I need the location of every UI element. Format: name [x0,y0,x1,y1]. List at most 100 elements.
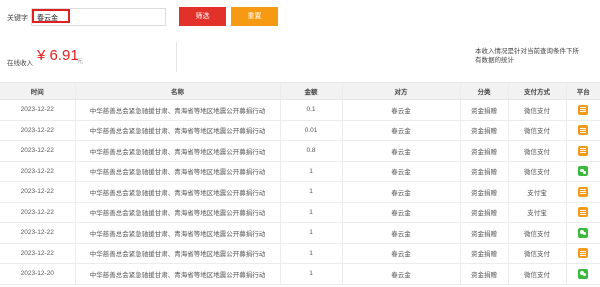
table-row: 2023-12-22 中华慈善总会紧急驰援甘肃、青海省等地区地震公开募捐行动 1… [0,181,600,203]
column-header-time: 时间 [0,82,75,100]
cell-name: 中华慈善总会紧急驰援甘肃、青海省等地区地震公开募捐行动 [74,120,280,141]
search-button[interactable]: 筛选 [179,7,226,26]
cell-payment: 微信支付 [507,120,566,141]
cell-category: 资金捐赠 [459,202,508,223]
cell-payment: 微信支付 [507,222,566,244]
cell-category: 资金捐赠 [459,222,508,244]
orange-app-icon[interactable] [578,207,589,218]
cell-time: 2023-12-22 [0,222,75,244]
cell-party: 春云金 [341,120,460,141]
cell-amount: 1 [279,243,342,264]
cell-name: 中华慈善总会紧急驰援甘肃、青海省等地区地震公开募捐行动 [74,181,280,203]
cell-party: 春云金 [341,222,460,244]
table-row: 2023-12-22 中华慈善总会紧急驰援甘肃、青海省等地区地震公开募捐行动 0… [0,99,600,121]
cell-payment: 微信支付 [507,161,566,182]
cell-time: 2023-12-22 [0,243,75,264]
cell-amount: 1 [279,222,342,244]
cell-amount: 1 [279,202,342,223]
records-table: 时间 名称 金额 对方 分类 支付方式 平台 2023-12-22 中华慈善总会… [0,82,600,285]
cell-party: 春云金 [341,263,460,285]
income-unit: 元 [77,59,84,65]
cell-party: 春云金 [341,161,460,182]
cell-time: 2023-12-22 [0,140,75,162]
table-row: 2023-12-20 中华慈善总会紧急驰援甘肃、青海省等地区地震公开募捐行动 1… [0,263,600,285]
cell-platform [565,243,600,264]
orange-app-icon[interactable] [578,248,589,259]
cell-time: 2023-12-22 [0,120,75,141]
income-label: 在线收入 [7,60,33,67]
cell-name: 中华慈善总会紧急驰援甘肃、青海省等地区地震公开募捐行动 [74,222,280,244]
orange-app-icon[interactable] [578,125,589,136]
wechat-icon[interactable] [578,227,589,238]
cell-amount: 1 [279,263,342,285]
cell-payment: 支付宝 [507,202,566,223]
cell-amount: 1 [279,181,342,203]
cell-name: 中华慈善总会紧急驰援甘肃、青海省等地区地震公开募捐行动 [74,161,280,182]
table-row: 2023-12-22 中华慈善总会紧急驰援甘肃、青海省等地区地震公开募捐行动 0… [0,140,600,162]
reset-button[interactable]: 重置 [231,7,278,26]
cell-platform [565,222,600,244]
column-header-payment: 支付方式 [507,82,566,100]
income-summary: 在线收入 ¥ 6.91 元 本收入情况是针对当前查询条件下所有数据的统计 [0,34,600,79]
cell-category: 资金捐赠 [459,181,508,203]
orange-app-icon[interactable] [578,145,589,156]
cell-category: 资金捐赠 [459,243,508,264]
cell-payment: 微信支付 [507,263,566,285]
cell-name: 中华慈善总会紧急驰援甘肃、青海省等地区地震公开募捐行动 [74,99,280,121]
column-header-name: 名称 [74,82,280,100]
cell-amount: 0.1 [279,99,342,121]
table-row: 2023-12-22 中华慈善总会紧急驰援甘肃、青海省等地区地震公开募捐行动 1… [0,243,600,264]
cell-platform [565,99,600,121]
cell-party: 春云金 [341,140,460,162]
cell-payment: 微信支付 [507,243,566,264]
column-header-category: 分类 [459,82,508,100]
orange-app-icon[interactable] [578,186,589,197]
cell-name: 中华慈善总会紧急驰援甘肃、青海省等地区地震公开募捐行动 [74,140,280,162]
cell-category: 资金捐赠 [459,140,508,162]
cell-name: 中华慈善总会紧急驰援甘肃、青海省等地区地震公开募捐行动 [74,243,280,264]
cell-payment: 微信支付 [507,99,566,121]
cell-amount: 0.01 [279,120,342,141]
cell-amount: 0.8 [279,140,342,162]
cell-category: 资金捐赠 [459,161,508,182]
cell-name: 中华慈善总会紧急驰援甘肃、青海省等地区地震公开募捐行动 [74,202,280,223]
cell-platform [565,140,600,162]
table-header-row: 时间 名称 金额 对方 分类 支付方式 平台 [0,82,600,100]
cell-category: 资金捐赠 [459,120,508,141]
cell-platform [565,161,600,182]
wechat-icon[interactable] [578,268,589,279]
cell-platform [565,120,600,141]
cell-amount: 1 [279,161,342,182]
summary-divider [176,42,177,72]
cell-platform [565,263,600,285]
summary-note: 本收入情况是针对当前查询条件下所有数据的统计 [475,48,579,64]
table-row: 2023-12-22 中华慈善总会紧急驰援甘肃、青海省等地区地震公开募捐行动 1… [0,161,600,182]
keyword-label: 关键字 [7,15,28,22]
cell-party: 春云金 [341,181,460,203]
cell-time: 2023-12-20 [0,263,75,285]
cell-time: 2023-12-22 [0,99,75,121]
cell-party: 春云金 [341,243,460,264]
cell-time: 2023-12-22 [0,181,75,203]
cell-time: 2023-12-22 [0,202,75,223]
income-value: ¥ 6.91 [37,47,79,64]
table-row: 2023-12-22 中华慈善总会紧急驰援甘肃、青海省等地区地震公开募捐行动 1… [0,202,600,223]
cell-time: 2023-12-22 [0,161,75,182]
table-row: 2023-12-22 中华慈善总会紧急驰援甘肃、青海省等地区地震公开募捐行动 1… [0,222,600,244]
wechat-icon[interactable] [578,166,589,177]
cell-category: 资金捐赠 [459,99,508,121]
cell-category: 资金捐赠 [459,263,508,285]
cell-platform [565,181,600,203]
cell-party: 春云金 [341,202,460,223]
cell-platform [565,202,600,223]
orange-app-icon[interactable] [578,104,589,115]
cell-name: 中华慈善总会紧急驰援甘肃、青海省等地区地震公开募捐行动 [74,263,280,285]
keyword-input-value[interactable]: 春云金 [37,13,58,23]
cell-payment: 微信支付 [507,140,566,162]
cell-party: 春云金 [341,99,460,121]
filter-bar: 关键字 春云金 筛选 重置 [0,0,600,34]
column-header-platform: 平台 [565,82,600,100]
column-header-amount: 金额 [279,82,342,100]
cell-payment: 支付宝 [507,181,566,203]
table-row: 2023-12-22 中华慈善总会紧急驰援甘肃、青海省等地区地震公开募捐行动 0… [0,120,600,141]
